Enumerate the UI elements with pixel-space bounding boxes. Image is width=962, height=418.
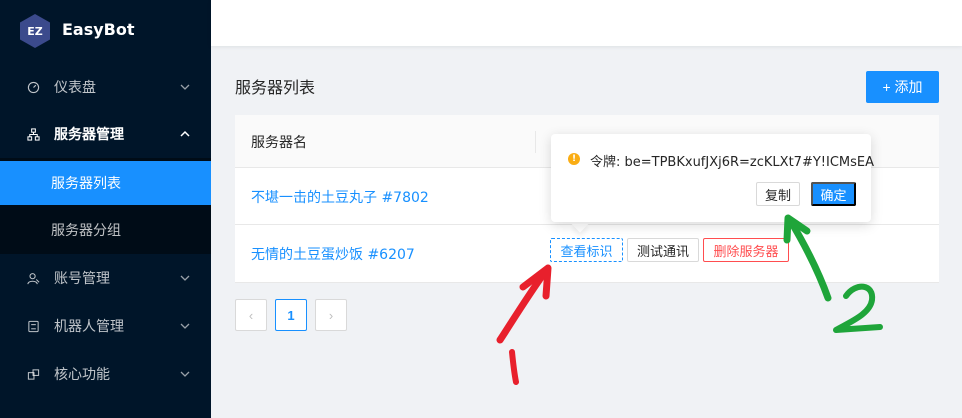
green-number-two bbox=[833, 283, 883, 333]
sidebar-item-label: 账号管理 bbox=[54, 271, 110, 287]
sidebar: EZ EasyBot 仪表盘 服务器管理 服务器列表 服务器分组 账号管理 机器… bbox=[0, 0, 211, 418]
chevron-down-icon bbox=[180, 84, 190, 90]
red-number-one bbox=[509, 349, 519, 385]
app-name: EasyBot bbox=[62, 20, 135, 39]
column-header-server-name: 服务器名 bbox=[251, 135, 307, 151]
sidebar-item-label: 核心功能 bbox=[54, 367, 110, 383]
function-icon bbox=[26, 367, 40, 381]
sidebar-item-label: 仪表盘 bbox=[54, 80, 96, 96]
chevron-down-icon bbox=[180, 323, 190, 329]
test-connection-button[interactable]: 测试通讯 bbox=[627, 238, 699, 262]
logo-icon: EZ bbox=[20, 14, 50, 48]
cluster-icon bbox=[26, 127, 40, 141]
delete-server-button[interactable]: 删除服务器 bbox=[703, 238, 789, 262]
chevron-up-icon bbox=[180, 130, 190, 137]
column-divider bbox=[535, 131, 536, 153]
token-popover: ! 令牌: be=TPBKxufJXj6R=zcKLXt7#Y!ICMsEA 复… bbox=[551, 134, 875, 222]
sidebar-subitem-label: 服务器分组 bbox=[51, 223, 121, 239]
add-server-button[interactable]: + 添加 bbox=[866, 71, 939, 103]
logo-badge: EZ bbox=[27, 24, 43, 38]
view-token-button[interactable]: 查看标识 bbox=[550, 238, 623, 262]
sidebar-item-core-functions[interactable]: 核心功能 bbox=[0, 350, 211, 398]
sidebar-item-label: 机器人管理 bbox=[54, 319, 124, 335]
token-text: 令牌: be=TPBKxufJXj6R=zcKLXt7#Y!ICMsEA bbox=[590, 155, 875, 170]
sidebar-subitem-server-list[interactable]: 服务器列表 bbox=[0, 161, 211, 205]
sidebar-item-server-management[interactable]: 服务器管理 bbox=[0, 110, 211, 158]
server-name-link[interactable]: 无情的土豆蛋炒饭 #6207 bbox=[251, 244, 415, 264]
top-header bbox=[211, 0, 962, 46]
confirm-button[interactable]: 确定 bbox=[811, 182, 856, 206]
pagination-prev-button[interactable]: ‹ bbox=[235, 299, 267, 331]
sidebar-item-dashboard[interactable]: 仪表盘 bbox=[0, 63, 211, 111]
pagination-page-1[interactable]: 1 bbox=[275, 299, 307, 331]
robot-icon bbox=[26, 319, 40, 333]
sidebar-item-account-management[interactable]: 账号管理 bbox=[0, 254, 211, 302]
table-row: 无情的土豆蛋炒饭 #6207 查看标识 测试通讯 删除服务器 bbox=[235, 225, 939, 283]
dashboard-icon bbox=[26, 80, 40, 94]
user-icon bbox=[26, 271, 40, 285]
page-title: 服务器列表 bbox=[235, 78, 316, 97]
server-name-link[interactable]: 不堪一击的土豆丸子 #7802 bbox=[251, 187, 429, 207]
copy-button[interactable]: 复制 bbox=[756, 182, 800, 206]
sidebar-subitem-server-group[interactable]: 服务器分组 bbox=[0, 208, 211, 252]
chevron-down-icon bbox=[180, 275, 190, 281]
pagination-next-button[interactable]: › bbox=[315, 299, 347, 331]
sidebar-subitem-label: 服务器列表 bbox=[51, 176, 121, 192]
sidebar-item-label: 服务器管理 bbox=[54, 127, 124, 143]
warning-icon: ! bbox=[568, 153, 580, 165]
sidebar-item-robot-management[interactable]: 机器人管理 bbox=[0, 302, 211, 350]
chevron-down-icon bbox=[180, 371, 190, 377]
logo[interactable]: EZ EasyBot bbox=[0, 0, 211, 64]
